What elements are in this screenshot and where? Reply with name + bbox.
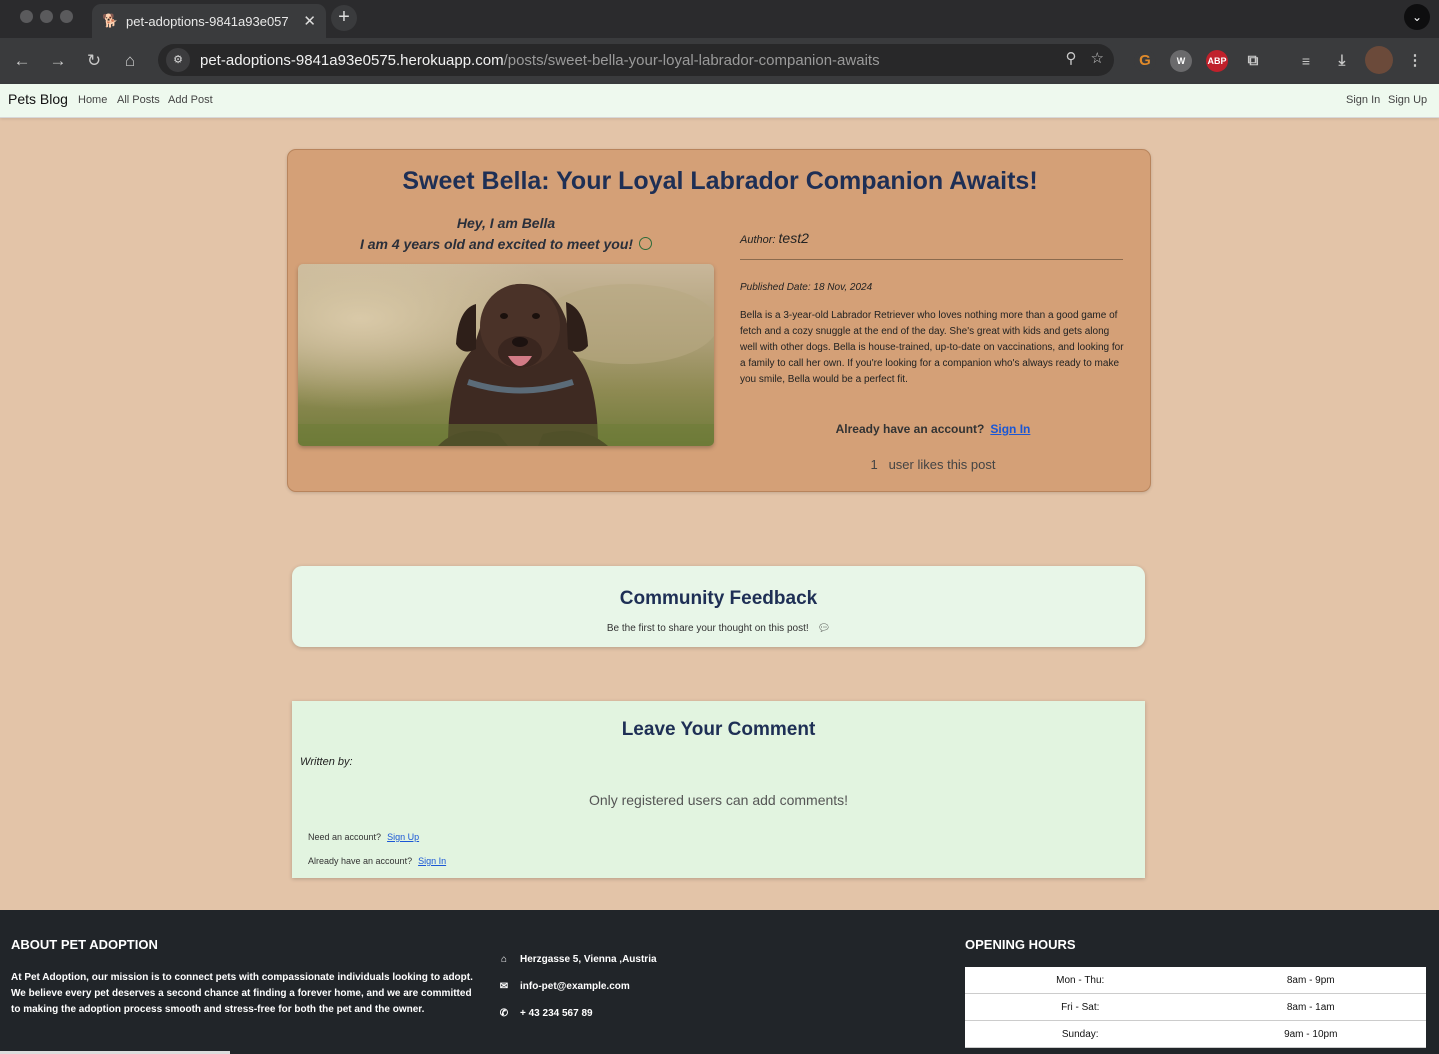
have-account-prompt: Already have an account? Sign In [308,856,446,866]
about-title: ABOUT PET ADOPTION [11,937,158,952]
bookmark-star-icon[interactable]: ☆ [1091,49,1104,67]
address-bar[interactable]: ⚙ pet-adoptions-9841a93e0575.herokuapp.c… [158,44,1114,76]
leave-comment-card: Leave Your Comment Written by: Only regi… [292,701,1145,878]
post-title: Sweet Bella: Your Loyal Labrador Compani… [402,167,1038,195]
pet-intro: Hey, I am Bella I am 4 years old and exc… [298,213,714,255]
author-name: test2 [778,230,809,246]
already-account-text: Already have an account? [835,422,985,436]
tab-search-button[interactable]: ⌄ [1404,4,1430,30]
site-footer: ABOUT PET ADOPTION At Pet Adoption, our … [0,910,1439,1054]
tab-close-icon[interactable]: ✕ [303,12,316,30]
likes-count: 1 [870,457,878,472]
phone-icon: ✆ [499,1008,509,1019]
adblock-icon[interactable]: ABP [1206,50,1228,72]
feedback-title: Community Feedback [619,588,818,609]
forward-icon[interactable]: → [47,50,69,72]
hours-title: OPENING HOURS [965,937,1076,952]
contact-email: ✉ info-pet@example.com [498,981,630,992]
have-account-text: Already have an account? [308,856,413,866]
written-by-label: Written by: [300,756,353,768]
hours-day: Mon - Thu: [1056,974,1105,986]
envelope-icon: ✉ [499,981,509,992]
media-controls-icon[interactable]: ≡ [1295,50,1317,72]
hours-row: Sunday: 9am - 10pm [965,1021,1426,1048]
window-zoom-dot[interactable] [60,10,73,23]
window-minimize-dot[interactable] [40,10,53,23]
extension-g-icon[interactable]: G [1134,50,1156,72]
author-divider [740,259,1123,260]
pet-intro-line2: I am 4 years old and excited to meet you… [359,236,634,252]
hours-time: 8am - 9pm [1286,974,1335,986]
post-card: Sweet Bella: Your Loyal Labrador Compani… [287,149,1151,492]
extension-w-icon[interactable]: W [1170,50,1192,72]
comment-sign-in-link[interactable]: Sign In [418,856,446,866]
address-text: Herzgasse 5, Vienna ,Austria [520,954,657,965]
need-account-prompt: Need an account? Sign Up [308,832,419,842]
site-navbar: Pets Blog Home All Posts Add Post Sign I… [0,84,1439,118]
home-icon[interactable]: ⌂ [119,50,141,72]
url-path: /posts/sweet-bella-your-loyal-labrador-c… [503,51,880,69]
hours-day: Fri - Sat: [1061,1001,1100,1013]
brand-logo[interactable]: Pets Blog [8,91,68,107]
email-text: info-pet@example.com [520,981,630,992]
home-icon: ⌂ [500,954,508,965]
window-close-dot[interactable] [20,10,33,23]
post-sign-in-link[interactable]: Sign In [990,422,1030,436]
registered-only-message: Only registered users can add comments! [588,792,849,808]
contact-address: ⌂ Herzgasse 5, Vienna ,Austria [498,954,657,965]
pet-photo [298,264,714,446]
nav-sign-up[interactable]: Sign Up [1388,94,1427,106]
feedback-subtitle-text: Be the first to share your thought on th… [606,623,809,634]
contact-phone: ✆ + 43 234 567 89 [498,1008,593,1019]
comment-title: Leave Your Comment [621,719,816,740]
reload-icon[interactable]: ↻ [83,50,105,72]
smile-icon [639,237,653,250]
nav-add-post[interactable]: Add Post [168,94,213,106]
author-label: Author: [740,234,776,246]
pet-intro-line1: Hey, I am Bella [456,215,556,231]
nav-all-posts[interactable]: All Posts [117,94,160,106]
extensions-puzzle-icon[interactable]: ⧉ [1242,50,1264,72]
hours-row: Fri - Sat: 8am - 1am [965,994,1426,1021]
nav-home[interactable]: Home [78,94,107,106]
opening-hours-table: Mon - Thu: 8am - 9pm Fri - Sat: 8am - 1am … [965,967,1426,1048]
phone-text: + 43 234 567 89 [520,1008,593,1019]
browser-menu-icon[interactable]: ⋮ [1404,50,1426,72]
feedback-subtitle: Be the first to share your thought on th… [292,623,1145,634]
likes-text: user likes this post [888,457,996,472]
back-icon[interactable]: ← [11,50,33,72]
browser-tab-strip: 🐕 pet-adoptions-9841a93e057 ✕ + ⌄ [0,0,1439,38]
browser-toolbar: ← → ↻ ⌂ ⚙ pet-adoptions-9841a93e0575.her… [0,38,1439,84]
published-date: Published Date: 18 Nov, 2024 [740,282,873,293]
community-feedback-card: Community Feedback Be the first to share… [292,566,1145,647]
hours-time: 9am - 10pm [1284,1028,1338,1040]
post-description: Bella is a 3-year-old Labrador Retriever… [740,310,1124,385]
need-account-text: Need an account? [308,832,382,842]
site-info-icon[interactable]: ⚙ [166,48,190,72]
post-signin-prompt: Already have an account? Sign In [740,422,1126,436]
comment-sign-up-link[interactable]: Sign Up [387,832,419,842]
tab-title: pet-adoptions-9841a93e057 [126,13,289,29]
new-tab-button[interactable]: + [331,5,357,31]
post-author: Author: test2 [740,230,809,246]
browser-tab[interactable]: 🐕 pet-adoptions-9841a93e057 ✕ [92,4,326,38]
profile-avatar[interactable] [1365,46,1393,74]
zoom-search-icon[interactable]: ⚲ [1066,49,1077,67]
hours-time: 8am - 1am [1286,1001,1335,1013]
download-icon[interactable]: ⤓ [1331,50,1353,72]
hours-day: Sunday: [1061,1028,1099,1040]
url-host: pet-adoptions-9841a93e0575.herokuapp.com [200,51,504,69]
hours-row: Mon - Thu: 8am - 9pm [965,967,1426,994]
chat-bubble-icon: 💬︎ [817,623,831,634]
dog-favicon-icon: 🐕 [102,13,119,28]
about-text: At Pet Adoption, our mission is to conne… [11,972,473,1015]
likes-counter: 1 user likes this post [740,457,1126,472]
nav-sign-in[interactable]: Sign In [1346,94,1380,106]
